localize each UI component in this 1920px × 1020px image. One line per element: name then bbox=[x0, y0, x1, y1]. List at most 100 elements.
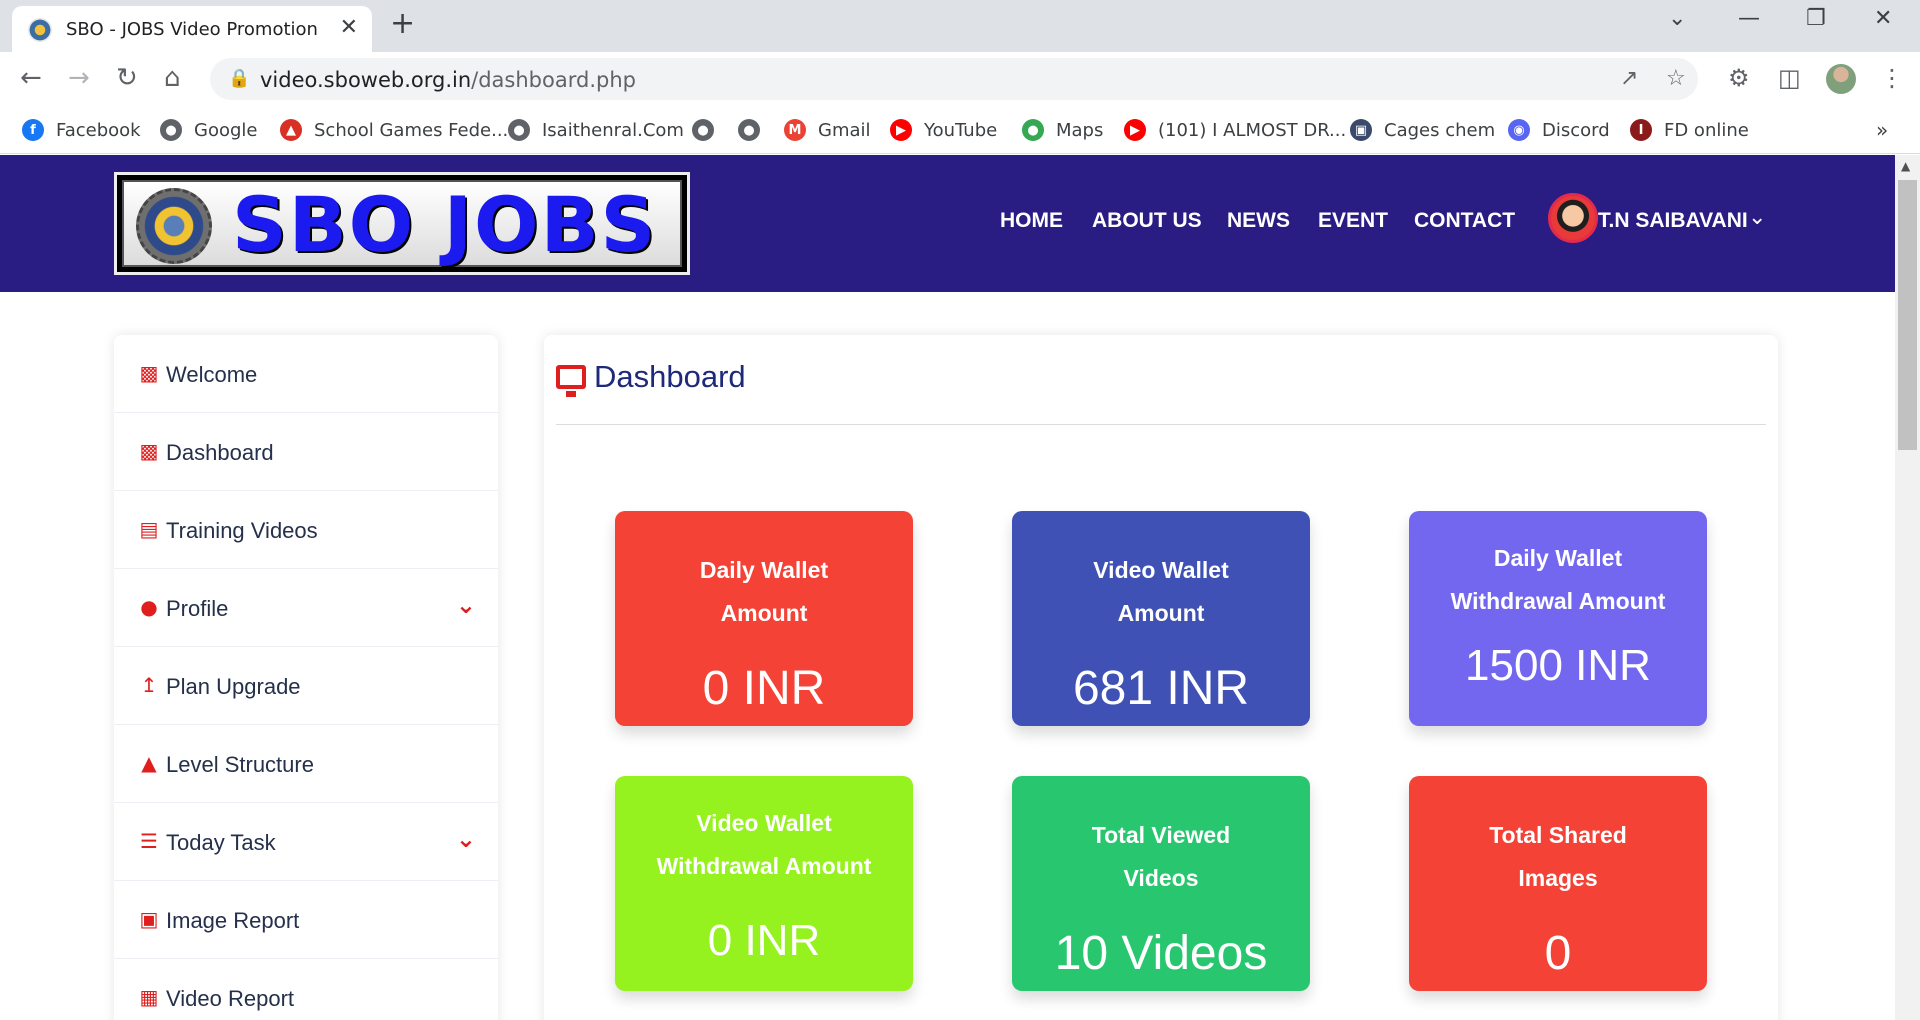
page-title: Dashboard bbox=[594, 359, 746, 394]
side-panel-icon[interactable]: ◫ bbox=[1778, 64, 1801, 92]
user-avatar-icon[interactable] bbox=[1548, 193, 1598, 243]
bookmarks-bar: f Facebook ● Google ▲ School Games Fede... ● Is… bbox=[0, 106, 1920, 154]
brand-text: SBO JOBS bbox=[232, 180, 658, 269]
site-favicon-icon bbox=[28, 18, 52, 42]
sidebar-item-plan-upgrade[interactable]: ↥ Plan Upgrade bbox=[114, 647, 498, 725]
sidebar-item-label: Dashboard bbox=[166, 440, 274, 465]
nav-event[interactable]: EVENT bbox=[1318, 209, 1388, 233]
divider bbox=[556, 424, 1766, 425]
desktop-icon: ▩ bbox=[139, 439, 159, 463]
bookmark-label: Google bbox=[194, 119, 258, 141]
stat-card-value: 10 Videos bbox=[1054, 927, 1268, 980]
stat-card-title-line: Daily Wallet bbox=[699, 557, 829, 583]
sidebar-item-label: Plan Upgrade bbox=[166, 674, 301, 699]
restore-window-icon[interactable]: ❐ bbox=[1806, 6, 1826, 31]
bookmark-label: YouTube bbox=[924, 119, 998, 141]
nav-contact[interactable]: CONTACT bbox=[1414, 209, 1515, 233]
bookmark-label: (101) I ALMOST DR... bbox=[1158, 119, 1347, 141]
tab-title: SBO - JOBS Video Promotion bbox=[66, 19, 318, 40]
stat-card-title-line: Amount bbox=[1117, 600, 1205, 626]
stat-card[interactable]: Total Shared Images 0 bbox=[1409, 776, 1707, 991]
sidebar-item-label: Training Videos bbox=[166, 518, 318, 543]
bookmark-item[interactable]: ● bbox=[692, 116, 726, 144]
bookmark-item[interactable]: ▶ (101) I ALMOST DR... bbox=[1124, 116, 1346, 144]
new-tab-button[interactable]: + bbox=[390, 6, 415, 41]
lock-icon[interactable]: 🔒 bbox=[228, 68, 250, 89]
stat-card[interactable]: Daily Wallet Withdrawal Amount 1500 INR bbox=[1409, 511, 1707, 726]
stat-card[interactable]: Video Wallet Amount 681 INR bbox=[1012, 511, 1310, 726]
bookmark-label: Maps bbox=[1056, 119, 1104, 141]
bookmark-item[interactable]: I FD online bbox=[1630, 116, 1749, 144]
menu-kebab-icon[interactable]: ⋮ bbox=[1880, 64, 1904, 92]
scrollbar-thumb[interactable] bbox=[1898, 180, 1917, 450]
chevron-down-icon[interactable]: ⌄ bbox=[1748, 205, 1766, 230]
url-text: video.sboweb.org.in/dashboard.php bbox=[260, 68, 636, 92]
list-icon: ☰ bbox=[140, 829, 158, 853]
sidebar-item-label: Level Structure bbox=[166, 752, 314, 777]
user-name-menu[interactable]: T.N SAIBAVANI bbox=[1598, 209, 1748, 233]
chevron-down-icon[interactable]: ⌄ bbox=[456, 591, 476, 619]
bookmark-item[interactable]: ▲ School Games Fede... bbox=[280, 116, 508, 144]
stat-card[interactable]: Video Wallet Withdrawal Amount 0 INR bbox=[615, 776, 913, 991]
bookmark-item[interactable]: M Gmail bbox=[784, 116, 871, 144]
sidebar-item-today-task[interactable]: ☰ Today Task ⌄ bbox=[114, 803, 498, 881]
bookmark-item[interactable]: ▣ Cages chem bbox=[1350, 116, 1495, 144]
sidebar-item-label: Welcome bbox=[166, 362, 258, 387]
sidebar-item-welcome[interactable]: ▩ Welcome bbox=[114, 335, 498, 413]
bookmark-item[interactable]: ● Maps bbox=[1022, 116, 1103, 144]
stat-card-title: Total Shared Images bbox=[1409, 814, 1707, 900]
reload-icon[interactable]: ↻ bbox=[116, 63, 138, 93]
minimize-window-icon[interactable]: — bbox=[1738, 6, 1760, 31]
user-icon: ● bbox=[140, 595, 158, 619]
image-icon: ▣ bbox=[139, 907, 159, 931]
home-icon[interactable]: ⌂ bbox=[164, 63, 181, 93]
page-scrollbar[interactable]: ▲ bbox=[1895, 155, 1920, 1020]
stat-card[interactable]: Daily Wallet Amount 0 INR bbox=[615, 511, 913, 726]
bookmark-item[interactable]: ▶ YouTube bbox=[890, 116, 997, 144]
nav-home[interactable]: HOME bbox=[1000, 209, 1063, 233]
nav-about-us[interactable]: ABOUT US bbox=[1092, 209, 1202, 233]
close-window-icon[interactable]: ✕ bbox=[1874, 6, 1892, 31]
bookmark-label: Gmail bbox=[818, 119, 871, 141]
address-bar[interactable]: 🔒 video.sboweb.org.in/dashboard.php ↗ ☆ bbox=[210, 58, 1698, 100]
browser-tab[interactable]: SBO - JOBS Video Promotion ✕ bbox=[12, 6, 372, 52]
bookmark-star-icon[interactable]: ☆ bbox=[1666, 66, 1686, 91]
sidebar-item-level-structure[interactable]: ▲ Level Structure bbox=[114, 725, 498, 803]
arrow-up-icon: ↥ bbox=[140, 673, 158, 697]
share-icon[interactable]: ↗ bbox=[1620, 66, 1638, 91]
discord-icon: ◉ bbox=[1508, 119, 1530, 141]
crest-icon: ▣ bbox=[1350, 119, 1372, 141]
nav-news[interactable]: NEWS bbox=[1227, 209, 1290, 233]
bookmark-label: Discord bbox=[1542, 119, 1610, 141]
scroll-up-arrow-icon[interactable]: ▲ bbox=[1901, 159, 1910, 173]
sidebar-item-video-report[interactable]: ▦ Video Report bbox=[114, 959, 498, 1020]
bookmark-item[interactable]: ● Isaithenral.Com bbox=[508, 116, 684, 144]
close-tab-icon[interactable]: ✕ bbox=[340, 15, 358, 40]
profile-avatar-icon[interactable] bbox=[1826, 64, 1856, 94]
sidebar-item-dashboard[interactable]: ▩ Dashboard bbox=[114, 413, 498, 491]
bookmark-label: Facebook bbox=[56, 119, 141, 141]
bookmark-item[interactable]: f Facebook bbox=[22, 116, 141, 144]
tab-search-chevron-icon[interactable]: ⌄ bbox=[1668, 6, 1686, 31]
sidebar-item-image-report[interactable]: ▣ Image Report bbox=[114, 881, 498, 959]
stat-card-title-line: Videos bbox=[1123, 865, 1199, 891]
desktop-icon bbox=[556, 365, 586, 397]
bookmark-item[interactable]: ◉ Discord bbox=[1508, 116, 1610, 144]
globe-icon: ● bbox=[738, 119, 760, 141]
sitemap-icon: ▲ bbox=[141, 751, 157, 775]
bookmark-label: FD online bbox=[1664, 119, 1749, 141]
chevron-down-icon[interactable]: ⌄ bbox=[456, 825, 476, 853]
sidebar-item-profile[interactable]: ● Profile ⌄ bbox=[114, 569, 498, 647]
bookmarks-overflow-icon[interactable]: » bbox=[1876, 116, 1888, 144]
back-arrow-icon[interactable]: ← bbox=[20, 63, 42, 93]
extensions-puzzle-icon[interactable]: ⚙ bbox=[1728, 64, 1750, 92]
stat-card[interactable]: Total Viewed Videos 10 Videos bbox=[1012, 776, 1310, 991]
bookmark-item[interactable]: ● bbox=[738, 116, 772, 144]
bookmark-label: School Games Fede... bbox=[314, 119, 509, 141]
gmail-icon: M bbox=[784, 119, 806, 141]
sidebar-item-training-videos[interactable]: ▤ Training Videos bbox=[114, 491, 498, 569]
site-logo[interactable]: SBO JOBS bbox=[114, 172, 690, 275]
forward-arrow-icon[interactable]: → bbox=[68, 63, 90, 93]
bookmark-item[interactable]: ● Google bbox=[160, 116, 257, 144]
bookmark-label: Cages chem bbox=[1384, 119, 1496, 141]
